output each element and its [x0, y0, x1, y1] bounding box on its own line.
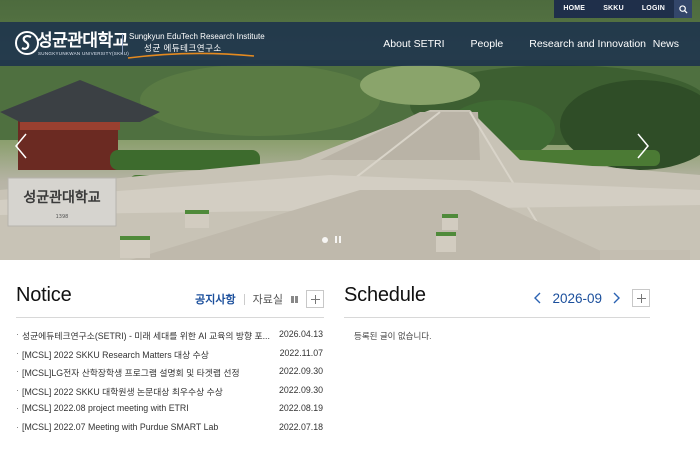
utility-bar: HOME SKKU LOGIN	[554, 0, 692, 18]
view-toggle-icon[interactable]	[291, 295, 298, 303]
notice-item[interactable]: · [MCSL] 2022.07 Meeting with Purdue SMAR…	[16, 421, 324, 440]
prev-month-chevron-icon[interactable]	[534, 292, 542, 304]
site-logo[interactable]: 성균관대학교 SUNGKYUNKWAN UNIVERSITY(SKKU) Sun…	[14, 30, 265, 60]
notice-item[interactable]: · [MCSL] 2022 SKKU Research Matters 대상 수상…	[16, 347, 324, 366]
stone-sign-year: 1398	[56, 214, 69, 220]
institute-name-en: Sungkyun EduTech Research Institute	[129, 32, 265, 41]
menu-news[interactable]: News	[653, 38, 679, 50]
plus-icon	[310, 294, 320, 304]
current-month: 2026-09	[552, 290, 602, 306]
university-name-en: SUNGKYUNKWAN UNIVERSITY(SKKU)	[38, 51, 130, 56]
notice-more-button[interactable]	[306, 290, 324, 308]
notice-section: Notice 공지사항 자료실 · 성균에듀테크연구소(SETRI) - 미래 세…	[16, 284, 324, 439]
notice-item[interactable]: · [MCSL] 2022 SKKU 대학원생 논문대상 최우수상 수상 2022.…	[16, 384, 324, 403]
notice-item-title[interactable]: [MCSL]LG전자 산학장학생 프로그램 설명회 및 타겟랩 선정	[22, 366, 276, 379]
notice-item[interactable]: · [MCSL] 2022.08 project meeting with ETR…	[16, 402, 324, 421]
hero-banner: 성균관대학교 1398 HOME SKKU LOGIN 성균관대학교 SUNGK…	[0, 0, 700, 260]
slider-pagination	[322, 236, 341, 243]
notice-item-title[interactable]: [MCSL] 2022.07 Meeting with Purdue SMART…	[22, 422, 276, 432]
university-name-ko: 성균관대학교	[37, 31, 128, 50]
logo-divider	[122, 34, 123, 54]
notice-item-date: 2022.09.30	[278, 384, 323, 395]
notice-item-title[interactable]: 성균에듀테크연구소(SETRI) - 미래 세대를 위한 AI 교육의 방향 포…	[22, 329, 276, 342]
login-link[interactable]: LOGIN	[633, 0, 674, 18]
notice-item-date: 2026.04.13	[278, 329, 323, 339]
slider-prev-arrow-icon[interactable]	[14, 132, 28, 160]
search-icon	[678, 4, 688, 14]
notice-item-date: 2022.09.30	[278, 366, 323, 376]
search-button[interactable]	[674, 0, 692, 18]
menu-about-setri[interactable]: About SETRI	[383, 38, 444, 50]
schedule-section: Schedule 2026-09 등록된 글이 없습니다.	[344, 284, 650, 342]
notice-item-title[interactable]: [MCSL] 2022.08 project meeting with ETRI	[22, 403, 276, 413]
month-navigator: 2026-09	[534, 289, 650, 307]
slider-pause-icon[interactable]	[335, 236, 341, 243]
notice-tabs: 공지사항 자료실	[195, 290, 324, 308]
main-menu: About SETRI People Research and Innovati…	[357, 22, 679, 66]
notice-item[interactable]: · [MCSL]LG전자 산학장학생 프로그램 설명회 및 타겟랩 선정 2022.…	[16, 365, 324, 384]
skku-link[interactable]: SKKU	[594, 0, 633, 18]
schedule-header: Schedule 2026-09	[344, 284, 650, 318]
menu-people[interactable]: People	[471, 38, 504, 50]
tab-divider	[243, 293, 245, 305]
slider-next-arrow-icon[interactable]	[636, 132, 650, 160]
stone-sign-text: 성균관대학교	[23, 189, 100, 206]
slider-dot[interactable]	[322, 236, 328, 243]
menu-research[interactable]: Research and Innovation	[529, 38, 646, 50]
notice-list: · 성균에듀테크연구소(SETRI) - 미래 세대를 위한 AI 교육의 방향 …	[16, 328, 324, 439]
tab-notice[interactable]: 공지사항	[195, 291, 235, 307]
tab-archive[interactable]: 자료실	[253, 291, 283, 307]
notice-item-date: 2022.07.18	[278, 421, 323, 432]
notice-item-title[interactable]: [MCSL] 2022 SKKU 대학원생 논문대상 최우수상 수상	[22, 385, 276, 398]
main-navbar: 성균관대학교 SUNGKYUNKWAN UNIVERSITY(SKKU) Sun…	[0, 22, 700, 66]
home-link[interactable]: HOME	[554, 0, 594, 18]
institute-swoosh-icon	[127, 52, 255, 59]
notice-item[interactable]: · 성균에듀테크연구소(SETRI) - 미래 세대를 위한 AI 교육의 방향 …	[16, 328, 324, 347]
next-month-chevron-icon[interactable]	[612, 292, 620, 304]
notice-item-title[interactable]: [MCSL] 2022 SKKU Research Matters 대상 수상	[22, 348, 276, 361]
notice-header: Notice 공지사항 자료실	[16, 284, 324, 318]
schedule-empty-message: 등록된 글이 없습니다.	[354, 331, 432, 341]
notice-item-date: 2022.11.07	[279, 347, 323, 358]
schedule-more-button[interactable]	[632, 289, 650, 307]
notice-item-date: 2022.08.19	[278, 403, 323, 413]
plus-icon	[636, 293, 646, 303]
